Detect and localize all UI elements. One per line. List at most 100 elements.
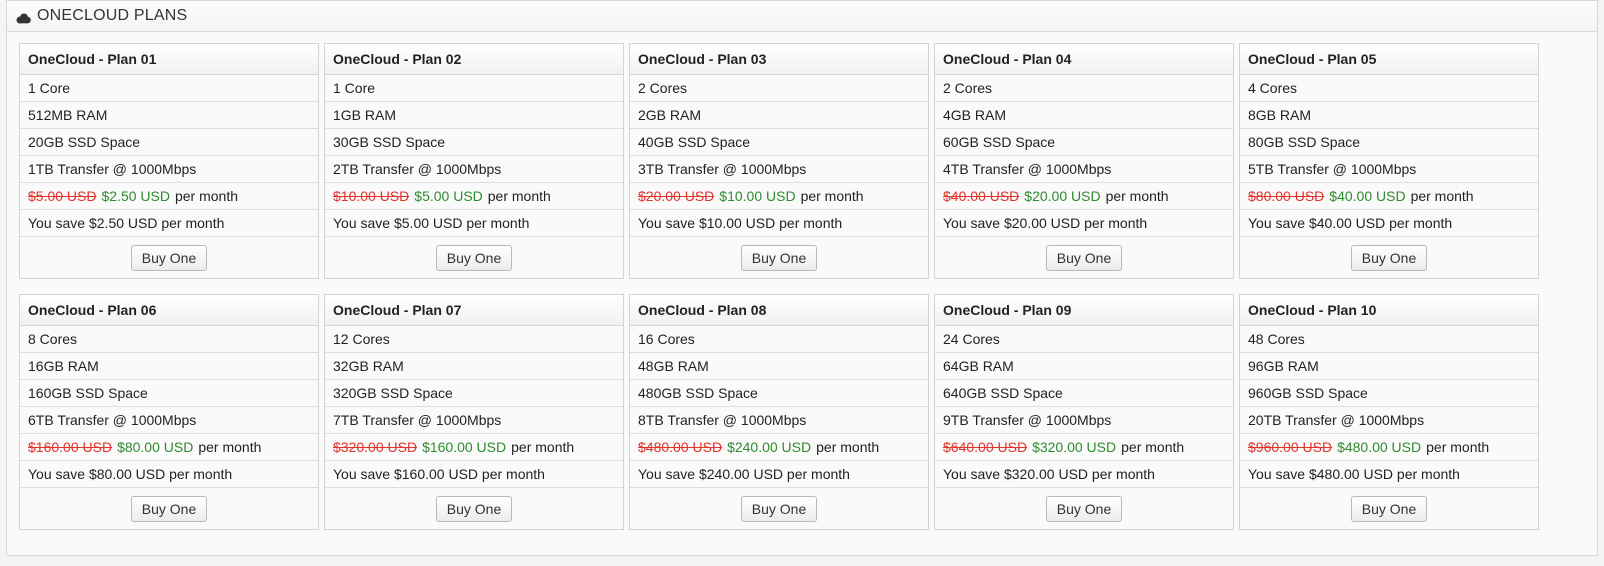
new-price: $5.00 USD bbox=[414, 188, 483, 204]
plan-savings: You save $5.00 USD per month bbox=[325, 210, 623, 237]
plan-price: $20.00 USD $10.00 USD per month bbox=[630, 183, 928, 210]
plan-savings: You save $20.00 USD per month bbox=[935, 210, 1233, 237]
plan-ram: 512MB RAM bbox=[20, 102, 318, 129]
plan-savings: You save $80.00 USD per month bbox=[20, 461, 318, 488]
plan-cores: 48 Cores bbox=[1240, 326, 1538, 353]
plan-price: $5.00 USD $2.50 USD per month bbox=[20, 183, 318, 210]
button-row: Buy One bbox=[20, 237, 318, 278]
plan-price: $40.00 USD $20.00 USD per month bbox=[935, 183, 1233, 210]
price-suffix: per month bbox=[800, 188, 864, 204]
price-suffix: per month bbox=[487, 188, 551, 204]
plan-disk: 30GB SSD Space bbox=[325, 129, 623, 156]
price-suffix: per month bbox=[816, 439, 880, 455]
panel-header: ONECLOUD PLANS bbox=[7, 1, 1597, 32]
plan-card: OneCloud - Plan 07 12 Cores 32GB RAM 320… bbox=[324, 294, 624, 530]
old-price: $20.00 USD bbox=[638, 188, 715, 204]
button-row: Buy One bbox=[630, 488, 928, 529]
plan-transfer: 7TB Transfer @ 1000Mbps bbox=[325, 407, 623, 434]
old-price: $160.00 USD bbox=[28, 439, 113, 455]
price-suffix: per month bbox=[174, 188, 239, 204]
new-price: $10.00 USD bbox=[719, 188, 796, 204]
buy-one-button[interactable]: Buy One bbox=[1350, 244, 1428, 271]
price-suffix: per month bbox=[511, 439, 575, 455]
plan-name: OneCloud - Plan 10 bbox=[1240, 295, 1538, 326]
plan-card: OneCloud - Plan 08 16 Cores 48GB RAM 480… bbox=[629, 294, 929, 530]
plan-transfer: 2TB Transfer @ 1000Mbps bbox=[325, 156, 623, 183]
plan-ram: 8GB RAM bbox=[1240, 102, 1538, 129]
plan-ram: 64GB RAM bbox=[935, 353, 1233, 380]
old-price: $960.00 USD bbox=[1248, 439, 1333, 455]
price-suffix: per month bbox=[1121, 439, 1185, 455]
plan-cores: 24 Cores bbox=[935, 326, 1233, 353]
new-price: $40.00 USD bbox=[1329, 188, 1406, 204]
new-price: $240.00 USD bbox=[727, 439, 812, 455]
buy-one-button[interactable]: Buy One bbox=[130, 495, 208, 522]
plan-disk: 320GB SSD Space bbox=[325, 380, 623, 407]
buy-one-button[interactable]: Buy One bbox=[1045, 244, 1123, 271]
plan-card: OneCloud - Plan 04 2 Cores 4GB RAM 60GB … bbox=[934, 43, 1234, 279]
old-price: $320.00 USD bbox=[333, 439, 418, 455]
plan-cores: 2 Cores bbox=[935, 75, 1233, 102]
buy-one-button[interactable]: Buy One bbox=[740, 244, 818, 271]
plan-ram: 96GB RAM bbox=[1240, 353, 1538, 380]
new-price: $160.00 USD bbox=[422, 439, 507, 455]
price-suffix: per month bbox=[1105, 188, 1169, 204]
plan-disk: 640GB SSD Space bbox=[935, 380, 1233, 407]
plan-transfer: 4TB Transfer @ 1000Mbps bbox=[935, 156, 1233, 183]
plan-price: $160.00 USD $80.00 USD per month bbox=[20, 434, 318, 461]
new-price: $480.00 USD bbox=[1337, 439, 1422, 455]
plan-cores: 1 Core bbox=[325, 75, 623, 102]
plan-disk: 160GB SSD Space bbox=[20, 380, 318, 407]
plan-transfer: 6TB Transfer @ 1000Mbps bbox=[20, 407, 318, 434]
button-row: Buy One bbox=[325, 488, 623, 529]
plan-transfer: 1TB Transfer @ 1000Mbps bbox=[20, 156, 318, 183]
plan-disk: 40GB SSD Space bbox=[630, 129, 928, 156]
plan-cores: 2 Cores bbox=[630, 75, 928, 102]
old-price: $5.00 USD bbox=[28, 188, 97, 204]
plan-cores: 8 Cores bbox=[20, 326, 318, 353]
plan-name: OneCloud - Plan 02 bbox=[325, 44, 623, 75]
plan-disk: 960GB SSD Space bbox=[1240, 380, 1538, 407]
plan-savings: You save $40.00 USD per month bbox=[1240, 210, 1538, 237]
plan-price: $80.00 USD $40.00 USD per month bbox=[1240, 183, 1538, 210]
plan-card: OneCloud - Plan 10 48 Cores 96GB RAM 960… bbox=[1239, 294, 1539, 530]
buy-one-button[interactable]: Buy One bbox=[1350, 495, 1428, 522]
page-title: ONECLOUD PLANS bbox=[37, 7, 188, 24]
button-row: Buy One bbox=[325, 237, 623, 278]
buy-one-button[interactable]: Buy One bbox=[435, 495, 513, 522]
buy-one-button[interactable]: Buy One bbox=[1045, 495, 1123, 522]
plan-disk: 60GB SSD Space bbox=[935, 129, 1233, 156]
plan-ram: 16GB RAM bbox=[20, 353, 318, 380]
plan-card: OneCloud - Plan 05 4 Cores 8GB RAM 80GB … bbox=[1239, 43, 1539, 279]
price-suffix: per month bbox=[1426, 439, 1490, 455]
old-price: $40.00 USD bbox=[943, 188, 1020, 204]
plan-transfer: 3TB Transfer @ 1000Mbps bbox=[630, 156, 928, 183]
old-price: $10.00 USD bbox=[333, 188, 410, 204]
new-price: $320.00 USD bbox=[1032, 439, 1117, 455]
old-price: $640.00 USD bbox=[943, 439, 1028, 455]
plan-transfer: 5TB Transfer @ 1000Mbps bbox=[1240, 156, 1538, 183]
plan-card: OneCloud - Plan 06 8 Cores 16GB RAM 160G… bbox=[19, 294, 319, 530]
plan-savings: You save $2.50 USD per month bbox=[20, 210, 318, 237]
plan-name: OneCloud - Plan 06 bbox=[20, 295, 318, 326]
plan-card: OneCloud - Plan 02 1 Core 1GB RAM 30GB S… bbox=[324, 43, 624, 279]
button-row: Buy One bbox=[1240, 488, 1538, 529]
plan-transfer: 8TB Transfer @ 1000Mbps bbox=[630, 407, 928, 434]
button-row: Buy One bbox=[20, 488, 318, 529]
buy-one-button[interactable]: Buy One bbox=[130, 244, 208, 271]
plan-cores: 4 Cores bbox=[1240, 75, 1538, 102]
new-price: $20.00 USD bbox=[1024, 188, 1101, 204]
plan-name: OneCloud - Plan 07 bbox=[325, 295, 623, 326]
cloud-icon bbox=[16, 11, 31, 23]
new-price: $80.00 USD bbox=[117, 439, 194, 455]
plan-name: OneCloud - Plan 04 bbox=[935, 44, 1233, 75]
buy-one-button[interactable]: Buy One bbox=[740, 495, 818, 522]
plan-name: OneCloud - Plan 01 bbox=[20, 44, 318, 75]
plans-panel: ONECLOUD PLANS OneCloud - Plan 01 1 Core… bbox=[6, 0, 1598, 556]
plan-card: OneCloud - Plan 03 2 Cores 2GB RAM 40GB … bbox=[629, 43, 929, 279]
buy-one-button[interactable]: Buy One bbox=[435, 244, 513, 271]
plan-grid: OneCloud - Plan 01 1 Core 512MB RAM 20GB… bbox=[19, 43, 1539, 530]
plan-disk: 480GB SSD Space bbox=[630, 380, 928, 407]
plan-ram: 2GB RAM bbox=[630, 102, 928, 129]
old-price: $480.00 USD bbox=[638, 439, 723, 455]
